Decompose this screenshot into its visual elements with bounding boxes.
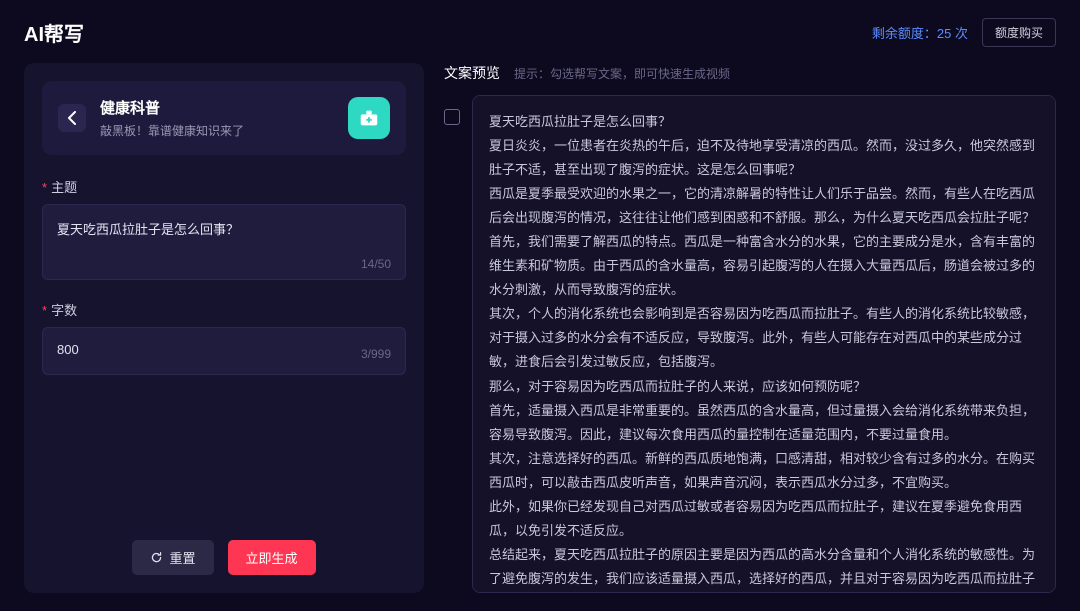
select-checkbox[interactable] [444,109,460,125]
quota-count: 25 次 [937,26,968,41]
preview-paragraph: 总结起来，夏天吃西瓜拉肚子的原因主要是因为西瓜的高水分含量和个人消化系统的敏感性… [489,543,1039,593]
topic-label: 主题 [42,177,406,196]
preview-hint: 提示：勾选帮写文案，即可快速生成视频 [514,65,730,82]
quota-info: 剩余额度：25 次 [872,23,968,42]
preview-text-box[interactable]: 夏天吃西瓜拉肚子是怎么回事？夏日炎炎，一位患者在炎热的午后，迫不及待地享受清凉的… [472,95,1056,593]
category-title: 健康科普 [100,97,334,118]
chevron-left-icon [67,111,77,125]
words-counter: 3/999 [361,347,391,361]
preview-paragraph: 那么，对于容易因为吃西瓜而拉肚子的人来说，应该如何预防呢？ [489,375,1039,399]
preview-title: 文案预览 [444,63,500,83]
topbar-right: 剩余额度：25 次 额度购买 [872,18,1056,47]
words-input[interactable]: 800 3/999 [42,327,406,375]
category-card: 健康科普 敲黑板！靠谱健康知识来了 [42,81,406,155]
app-title: AI帮写 [24,18,84,47]
preview-paragraph: 其次，个人的消化系统也会影响到是否容易因为吃西瓜而拉肚子。有些人的消化系统比较敏… [489,302,1039,374]
quota-label: 剩余额度： [872,26,937,41]
preview-paragraph: 此外，如果你已经发现自己对西瓜过敏或者容易因为吃西瓜而拉肚子，建议在夏季避免食用… [489,495,1039,543]
refresh-icon [150,551,163,564]
right-panel: 文案预览 提示：勾选帮写文案，即可快速生成视频 夏天吃西瓜拉肚子是怎么回事？夏日… [440,63,1056,593]
buy-quota-button[interactable]: 额度购买 [982,18,1056,47]
generate-button[interactable]: 立即生成 [228,540,316,575]
back-button[interactable] [58,104,86,132]
category-icon-badge [348,97,390,139]
reset-button[interactable]: 重置 [132,540,213,575]
words-value: 800 [57,342,79,366]
preview-paragraph: 夏天吃西瓜拉肚子是怎么回事？ [489,110,1039,134]
topbar: AI帮写 剩余额度：25 次 额度购买 [24,18,1056,47]
reset-label: 重置 [169,548,195,567]
topic-counter: 14/50 [57,257,391,271]
words-label: 字数 [42,300,406,319]
preview-paragraph: 其次，注意选择好的西瓜。新鲜的西瓜质地饱满，口感清甜，相对较少含有过多的水分。在… [489,447,1039,495]
preview-paragraph: 夏日炎炎，一位患者在炎热的午后，迫不及待地享受清凉的西瓜。然而，没过多久，他突然… [489,134,1039,182]
category-subtitle: 敲黑板！靠谱健康知识来了 [100,122,334,139]
preview-paragraph: 首先，适量摄入西瓜是非常重要的。虽然西瓜的含水量高，但过量摄入会给消化系统带来负… [489,399,1039,447]
left-actions: 重置 立即生成 [42,540,406,575]
left-panel: 健康科普 敲黑板！靠谱健康知识来了 主题 夏天吃西瓜拉肚子是怎么回事？ 14/5… [24,63,424,593]
topic-value: 夏天吃西瓜拉肚子是怎么回事？ [57,219,391,243]
preview-paragraph: 首先，我们需要了解西瓜的特点。西瓜是一种富含水分的水果，它的主要成分是水，含有丰… [489,230,1039,302]
preview-header: 文案预览 提示：勾选帮写文案，即可快速生成视频 [440,63,1056,83]
topic-input[interactable]: 夏天吃西瓜拉肚子是怎么回事？ 14/50 [42,204,406,280]
preview-paragraph: 西瓜是夏季最受欢迎的水果之一，它的清凉解暑的特性让人们乐于品尝。然而，有些人在吃… [489,182,1039,230]
medkit-icon [358,107,380,129]
